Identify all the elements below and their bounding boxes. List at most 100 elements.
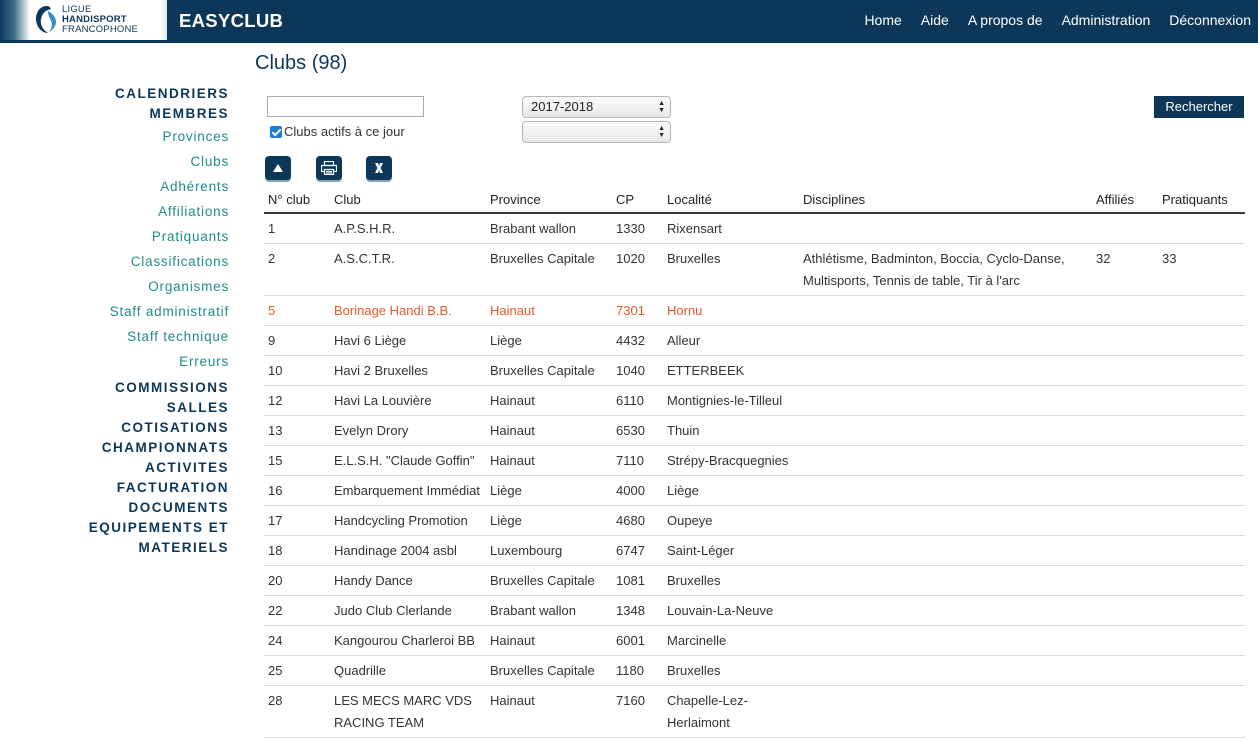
col-cp[interactable]: CP — [612, 192, 663, 214]
cell-localite: Alleur — [663, 325, 799, 356]
sidebar-item-salles[interactable]: SALLES — [0, 398, 229, 418]
cell-num: 17 — [264, 505, 330, 536]
sidebar-item-activites[interactable]: ACTIVITES — [0, 458, 229, 478]
table-row[interactable]: 17 Handcycling Promotion Liège 4680 Oupeye — [264, 505, 1245, 536]
sidebar-item-documents[interactable]: DOCUMENTS — [0, 498, 229, 518]
sidebar-item-classifications[interactable]: Classifications — [0, 249, 229, 274]
cell-cp: 4000 — [612, 475, 663, 506]
cell-club: A.S.C.T.R. — [330, 243, 486, 296]
sidebar-item-staff-technique[interactable]: Staff technique — [0, 324, 229, 349]
cell-cp: 6001 — [612, 625, 663, 656]
cell-province: Hainaut — [486, 295, 612, 326]
cell-pratiquants — [1158, 475, 1245, 506]
cell-club: Borinage Handi B.B. — [330, 295, 486, 326]
table-row[interactable]: 15 E.L.S.H. "Claude Goffin" Hainaut 7110 Str… — [264, 445, 1245, 476]
second-select[interactable]: ▲ ▼ — [522, 121, 671, 143]
sidebar-item-equipements-et-materiels[interactable]: EQUIPEMENTS ET MATERIELS — [0, 518, 229, 555]
cell-disciplines — [799, 625, 1092, 656]
cell-province: Hainaut — [486, 415, 612, 446]
cell-cp: 6530 — [612, 415, 663, 446]
sidebar-item-pratiquants[interactable]: Pratiquants — [0, 224, 229, 249]
cell-club: Kangourou Charleroi BB — [330, 625, 486, 656]
active-clubs-filter[interactable]: Clubs actifs à ce jour — [270, 124, 405, 139]
cell-pratiquants — [1158, 445, 1245, 476]
col-affilies[interactable]: Affiliés — [1092, 192, 1158, 214]
table-row[interactable]: 24 Kangourou Charleroi BB Hainaut 6001 Marci… — [264, 625, 1245, 656]
col-club[interactable]: Club — [330, 192, 486, 214]
sidebar-item-cotisations[interactable]: COTISATIONS — [0, 418, 229, 438]
table-row[interactable]: 25 Quadrille Bruxelles Capitale 1180 Bruxell… — [264, 655, 1245, 686]
search-button[interactable]: Rechercher — [1154, 96, 1244, 118]
sidebar-item-erreurs[interactable]: Erreurs — [0, 349, 229, 374]
table-row[interactable]: 9 Havi 6 Liège Liège 4432 Alleur — [264, 325, 1245, 356]
cell-localite: Thuin — [663, 415, 799, 446]
col-province[interactable]: Province — [486, 192, 612, 214]
cell-disciplines — [799, 355, 1092, 386]
sidebar-item-provinces[interactable]: Provinces — [0, 124, 229, 149]
table-row[interactable]: 28 LES MECS MARC VDS RACING TEAM Hainaut 71… — [264, 685, 1245, 738]
cell-localite: Strépy-Bracquegnies — [663, 445, 799, 476]
sidebar-item-championnats[interactable]: CHAMPIONNATS — [0, 438, 229, 458]
cell-num: 28 — [264, 685, 330, 738]
nav-deconnexion[interactable]: Déconnexion — [1169, 12, 1251, 28]
app-name[interactable]: EASYCLUB — [179, 10, 283, 32]
cell-disciplines — [799, 385, 1092, 416]
table-row[interactable]: 2 A.S.C.T.R. Bruxelles Capitale 1020 Bruxell… — [264, 243, 1245, 296]
nav-a-propos[interactable]: A propos de — [968, 12, 1043, 28]
col-num[interactable]: N° club — [264, 192, 330, 214]
cell-affilies — [1092, 505, 1158, 536]
table-row[interactable]: 10 Havi 2 Bruxelles Bruxelles Capitale 1040… — [264, 355, 1245, 386]
cell-affilies — [1092, 475, 1158, 506]
table-row[interactable]: 13 Evelyn Drory Hainaut 6530 Thuin — [264, 415, 1245, 446]
cell-disciplines — [799, 505, 1092, 536]
sidebar-item-adherents[interactable]: Adhérents — [0, 174, 229, 199]
cell-pratiquants — [1158, 385, 1245, 416]
cell-pratiquants — [1158, 355, 1245, 386]
cell-pratiquants — [1158, 565, 1245, 596]
table-row[interactable]: 12 Havi La Louvière Hainaut 6110 Montignies-… — [264, 385, 1245, 416]
sidebar-item-calendriers[interactable]: CALENDRIERS — [0, 84, 229, 104]
cell-cp: 4432 — [612, 325, 663, 356]
nav-home[interactable]: Home — [864, 12, 901, 28]
season-select[interactable]: 2017-2018 ▲ ▼ — [522, 96, 671, 118]
col-disciplines[interactable]: Disciplines — [799, 192, 1092, 214]
cell-club: Judo Club Clerlande — [330, 595, 486, 626]
active-clubs-label: Clubs actifs à ce jour — [284, 124, 405, 139]
up-arrow-icon — [273, 164, 283, 172]
sidebar-item-membres[interactable]: MEMBRES — [0, 104, 229, 124]
active-clubs-checkbox[interactable] — [270, 125, 282, 138]
col-pratiquants[interactable]: Pratiquants — [1158, 192, 1245, 214]
cell-club: Handinage 2004 asbl — [330, 535, 486, 566]
sidebar-item-staff-administratif[interactable]: Staff administratif — [0, 299, 229, 324]
table-row[interactable]: 5 Borinage Handi B.B. Hainaut 7301 Hornu — [264, 295, 1245, 326]
scroll-top-button[interactable] — [265, 156, 291, 180]
sidebar-item-commissions[interactable]: COMMISSIONS — [0, 378, 229, 398]
table-row[interactable]: 20 Handy Dance Bruxelles Capitale 1081 Bruxe… — [264, 565, 1245, 596]
table-row[interactable]: 18 Handinage 2004 asbl Luxembourg 6747 Saint… — [264, 535, 1245, 566]
col-localite[interactable]: Localité — [663, 192, 799, 214]
cell-cp: 1040 — [612, 355, 663, 386]
nav-administration[interactable]: Administration — [1062, 12, 1151, 28]
table-row[interactable]: 1 A.P.S.H.R. Brabant wallon 1330 Rixensart — [264, 213, 1245, 244]
table-row[interactable]: 16 Embarquement Immédiat Liège 4000 Liège — [264, 475, 1245, 506]
cell-affilies — [1092, 213, 1158, 244]
search-input[interactable] — [267, 96, 424, 117]
cell-pratiquants — [1158, 625, 1245, 656]
sidebar-item-facturation[interactable]: FACTURATION — [0, 478, 229, 498]
cell-club: Havi 2 Bruxelles — [330, 355, 486, 386]
sidebar-item-organismes[interactable]: Organismes — [0, 274, 229, 299]
cell-pratiquants — [1158, 505, 1245, 536]
cell-cp: 6747 — [612, 535, 663, 566]
table-row[interactable]: 22 Judo Club Clerlande Brabant wallon 1348 L… — [264, 595, 1245, 626]
cell-club: Embarquement Immédiat — [330, 475, 486, 506]
logo-text: LIGUE HANDISPORT FRANCOPHONE — [62, 5, 138, 35]
excel-export-button[interactable] — [366, 156, 392, 180]
cell-num: 5 — [264, 295, 330, 326]
nav-aide[interactable]: Aide — [921, 12, 949, 28]
sidebar-item-affiliations[interactable]: Affiliations — [0, 199, 229, 224]
print-button[interactable] — [316, 156, 342, 180]
logo[interactable]: LIGUE HANDISPORT FRANCOPHONE — [0, 0, 167, 40]
cell-affilies — [1092, 295, 1158, 326]
cell-localite: Liège — [663, 475, 799, 506]
sidebar-item-clubs[interactable]: Clubs — [0, 149, 229, 174]
